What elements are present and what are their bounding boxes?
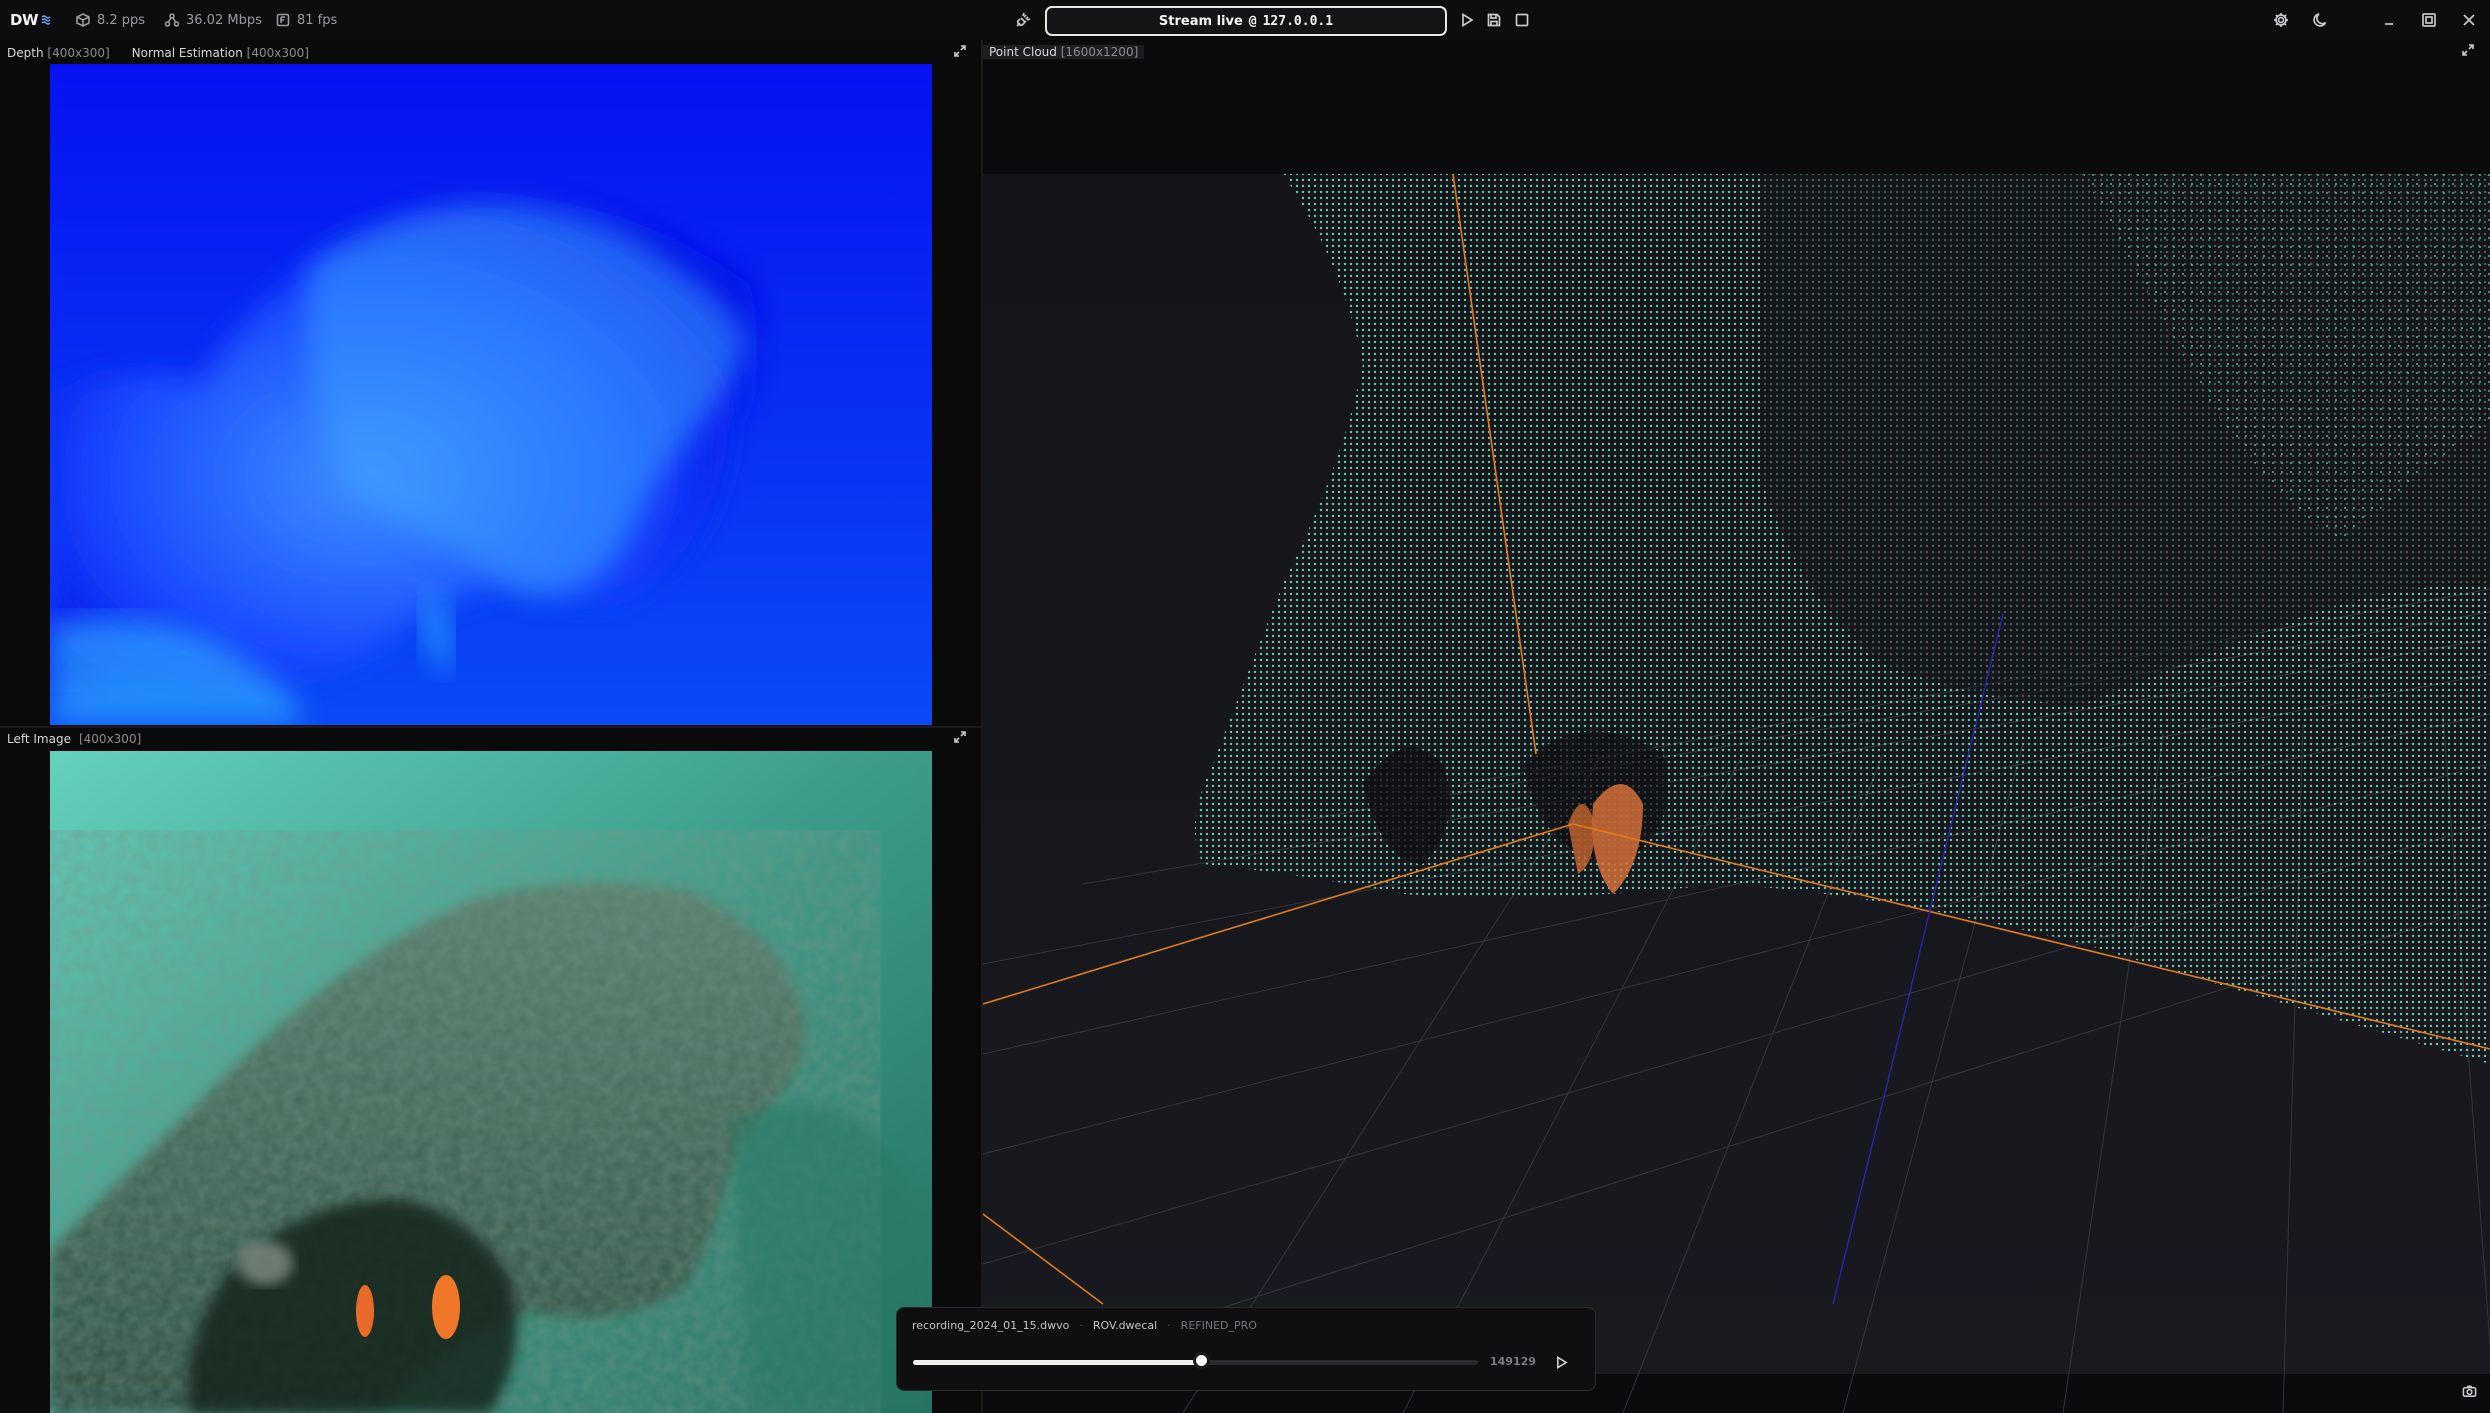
depth-mode: REFINED_PRO xyxy=(1180,1319,1257,1332)
point-cloud-label: Point Cloud [1600x1200] xyxy=(983,42,1145,62)
bandwidth-value: 36.02 Mbps xyxy=(186,12,262,28)
maximize-icon xyxy=(2422,13,2436,27)
bandwidth-stat: 36.02 Mbps xyxy=(165,11,262,29)
settings-button[interactable] xyxy=(2271,10,2291,30)
close-icon xyxy=(2463,14,2475,26)
play-button[interactable] xyxy=(1458,11,1476,29)
stream-status-label: Stream live xyxy=(1158,13,1243,29)
save-button[interactable] xyxy=(1485,11,1503,29)
screenshot-button[interactable] xyxy=(2460,1382,2478,1400)
minimize-button[interactable] xyxy=(2379,10,2399,30)
network-icon xyxy=(165,13,179,27)
moon-icon xyxy=(2313,13,2327,27)
timeline-handle[interactable] xyxy=(1193,1352,1211,1369)
fps-stat: 81 fps xyxy=(276,11,337,29)
file-separator: · xyxy=(1167,1319,1171,1332)
file-separator: · xyxy=(1079,1319,1083,1332)
minimize-icon xyxy=(2385,23,2393,25)
stop-icon xyxy=(1515,13,1529,27)
plug-icon xyxy=(1016,12,1031,27)
playback-file-info: recording_2024_01_15.dwvo · ROV.dwecal ·… xyxy=(912,1319,1257,1332)
fps-value: 81 fps xyxy=(297,12,338,28)
stream-address: 127.0.0.1 xyxy=(1262,13,1334,29)
maximize-button[interactable] xyxy=(2419,10,2439,30)
tab-point-cloud[interactable]: Point Cloud [1600x1200] xyxy=(983,45,1145,59)
expand-icon xyxy=(2462,44,2474,56)
stream-status[interactable]: Stream live @ 127.0.0.1 xyxy=(1045,6,1447,36)
left-image-expand-button[interactable] xyxy=(953,730,969,746)
left-image-resolution: [400x300] xyxy=(78,732,142,746)
expand-icon xyxy=(954,731,966,743)
point-cloud-expand-button[interactable] xyxy=(2461,43,2477,59)
depth-expand-button[interactable] xyxy=(953,44,969,60)
playback-bar: recording_2024_01_15.dwvo · ROV.dwecal ·… xyxy=(896,1307,1596,1391)
app-logo: DW xyxy=(10,11,51,29)
stop-button[interactable] xyxy=(1513,11,1531,29)
playback-play-button[interactable] xyxy=(1551,1352,1571,1372)
underwater-scene xyxy=(50,751,932,1413)
tab-depth[interactable]: Depth [400x300] xyxy=(7,46,110,60)
save-icon xyxy=(1487,13,1501,27)
theme-toggle[interactable] xyxy=(2311,10,2331,30)
frame-number: 149129 xyxy=(1490,1355,1536,1368)
left-camera-image[interactable] xyxy=(50,751,932,1413)
expand-icon xyxy=(954,45,966,57)
depth-map-render xyxy=(50,64,932,725)
stream-separator: @ xyxy=(1248,13,1257,29)
title-bar: DW 8.2 pps 36.02 Mbps 81 fps Stream live… xyxy=(0,0,2490,40)
play-icon xyxy=(1556,1355,1568,1369)
gear-icon xyxy=(2274,13,2288,27)
depth-image[interactable] xyxy=(50,64,932,725)
left-image-title: Left Image xyxy=(7,732,71,746)
play-icon xyxy=(1462,13,1474,27)
wave-icon xyxy=(41,15,51,25)
pps-value: 8.2 pps xyxy=(97,12,146,28)
tab-normal-estimation[interactable]: Normal Estimation [400x300] xyxy=(132,46,309,60)
depth-panel-tabs: Depth [400x300] Normal Estimation [400x3… xyxy=(7,43,309,63)
pps-stat: 8.2 pps xyxy=(76,11,145,29)
point-cloud-render xyxy=(983,173,2490,1413)
point-cloud-viewport[interactable] xyxy=(983,64,2490,1413)
left-image-label: Left Image [400x300] xyxy=(7,729,141,749)
cube-icon xyxy=(76,13,90,27)
timeline-slider[interactable] xyxy=(913,1352,1478,1369)
fps-icon xyxy=(276,13,290,27)
close-button[interactable] xyxy=(2459,10,2479,30)
calibration-file: ROV.dwecal xyxy=(1092,1319,1158,1332)
horizontal-divider[interactable] xyxy=(0,726,981,728)
disconnect-button[interactable] xyxy=(1013,10,1033,30)
logo-text: DW xyxy=(10,11,39,29)
camera-icon xyxy=(2462,1385,2476,1397)
timeline-progress xyxy=(913,1360,1202,1365)
recording-file: recording_2024_01_15.dwvo xyxy=(912,1319,1070,1332)
